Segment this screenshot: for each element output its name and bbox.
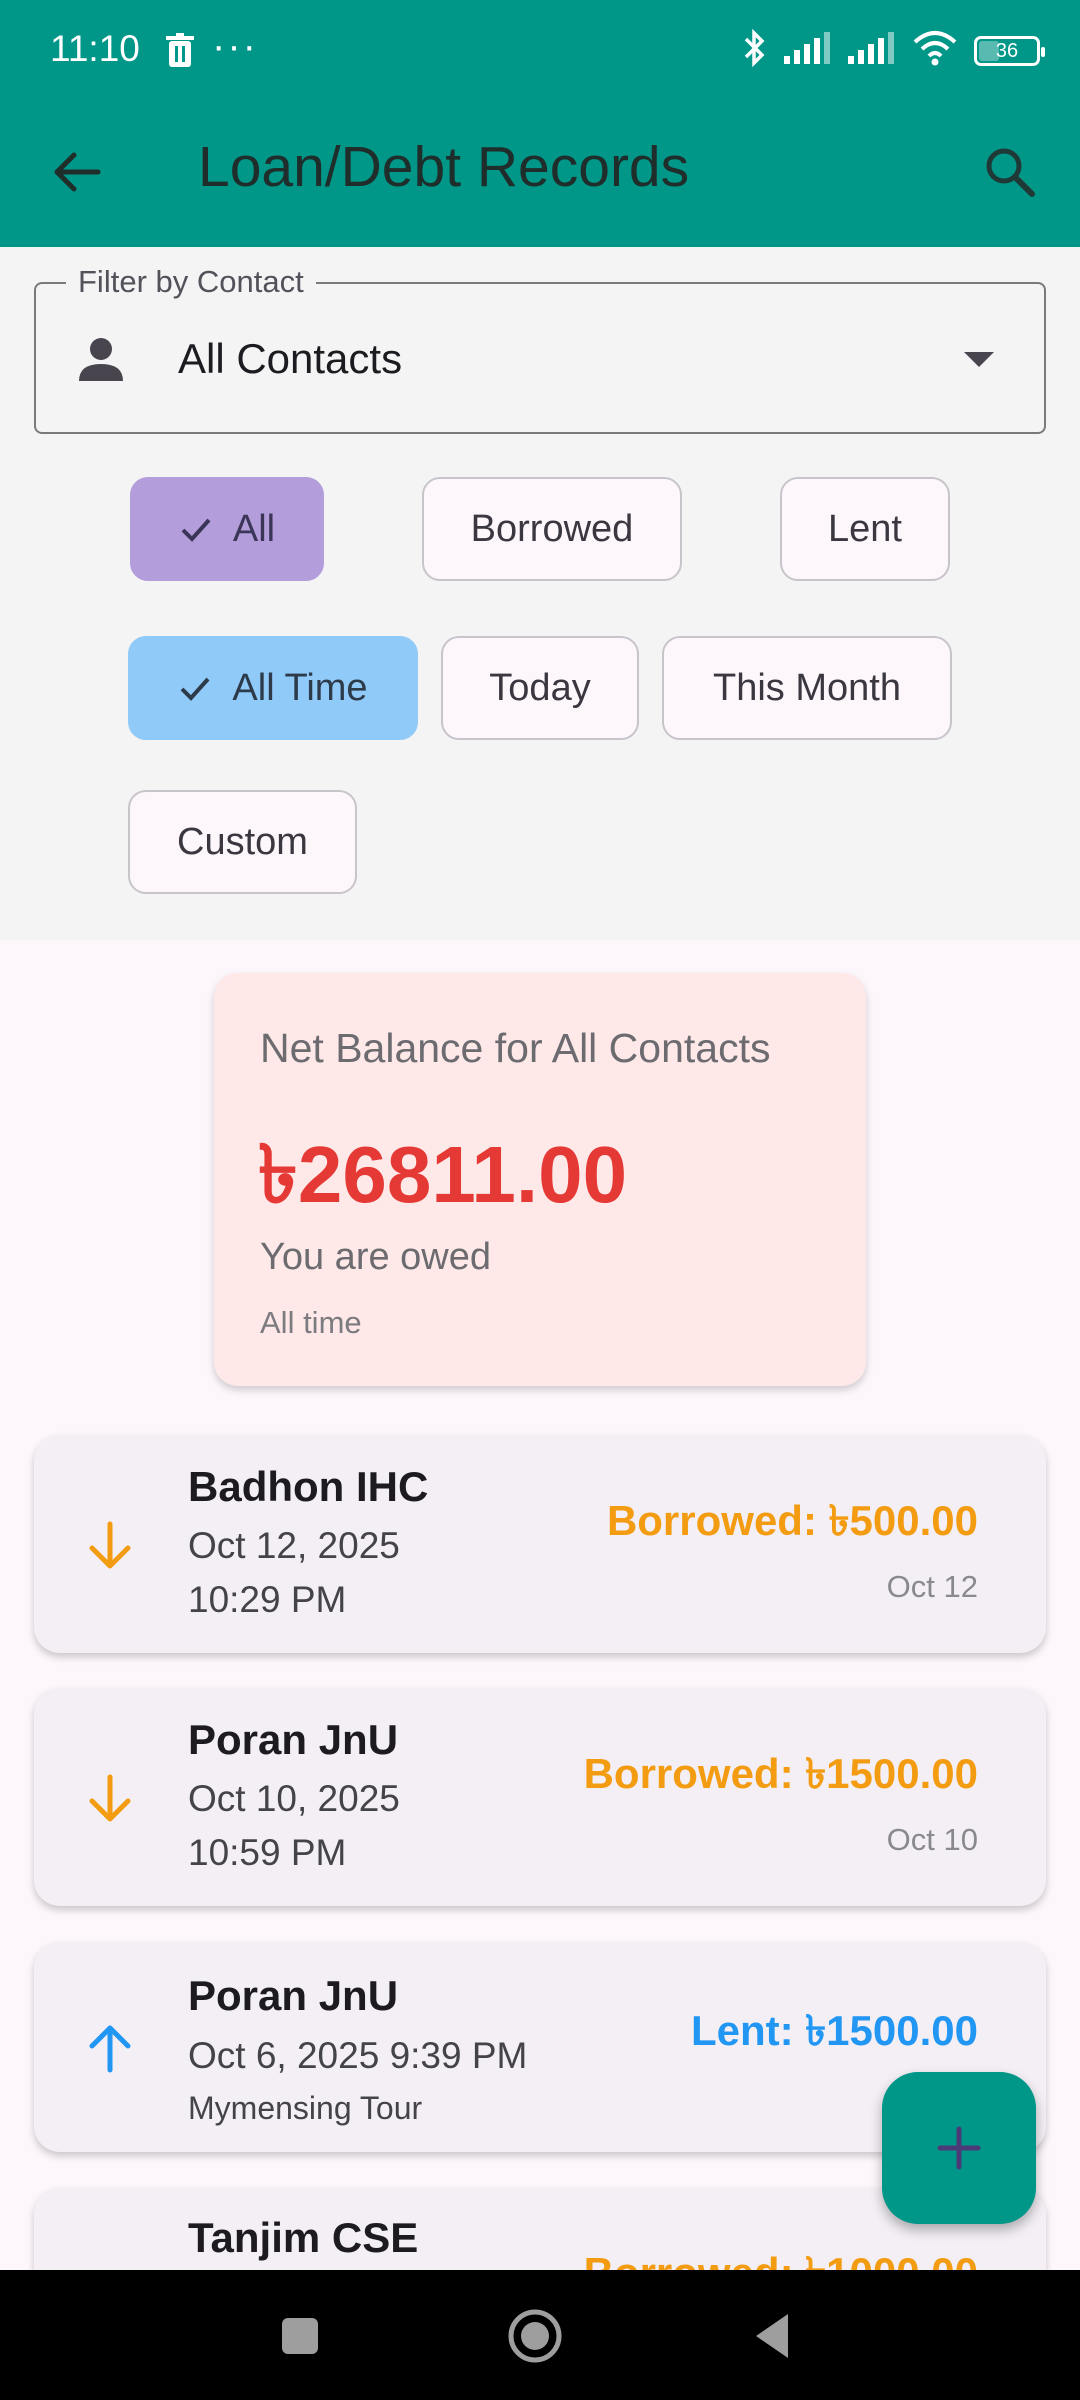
transaction-name: Poran JnU (188, 1716, 399, 1763)
wifi-icon (912, 30, 958, 71)
chip-all-label: All (232, 507, 276, 550)
trash-icon (166, 33, 194, 72)
signal-icon-2 (848, 32, 896, 69)
chip-borrowed-label: Borrowed (470, 507, 634, 550)
chip-this-month[interactable]: This Month (662, 636, 952, 740)
home-icon[interactable] (507, 2308, 563, 2364)
contact-filter-value: All Contacts (178, 335, 403, 382)
contact-filter-label: Filter by Contact (66, 264, 316, 300)
chip-all[interactable]: All (130, 477, 324, 581)
net-balance-label: Net Balance for All Contacts (260, 1025, 771, 1071)
status-time: 11:10 (50, 28, 140, 69)
arrow-down-icon (84, 1520, 136, 1572)
net-balance-amount: ৳26811.00 (258, 1130, 628, 1219)
add-record-button[interactable] (882, 2072, 1036, 2224)
chip-today[interactable]: Today (441, 636, 639, 740)
net-balance-card: Net Balance for All Contacts ৳26811.00 Y… (214, 973, 866, 1386)
transaction-date: Oct 12, 2025 10:29 PM (188, 1525, 400, 1620)
back-nav-icon[interactable] (744, 2308, 800, 2364)
transaction-amount: Lent: ৳1500.00 (690, 2007, 978, 2054)
chip-lent-label: Lent (828, 507, 902, 550)
app-bar: Loan/Debt Records (0, 100, 1080, 247)
status-bar: 11:10 ··· 36 (0, 0, 1080, 100)
transaction-short-date: Oct 12 (886, 1569, 978, 1604)
check-icon (181, 518, 211, 542)
net-balance-status: You are owed (260, 1236, 492, 1278)
chip-custom-label: Custom (177, 820, 308, 863)
chip-today-label: Today (489, 666, 591, 709)
chip-lent[interactable]: Lent (780, 477, 950, 581)
arrow-up-icon (84, 2022, 136, 2074)
battery-level: 36 (995, 39, 1019, 62)
check-icon (181, 677, 210, 701)
transaction-name: Badhon IHC (188, 1463, 429, 1510)
transaction-note: Mymensing Tour (188, 2090, 423, 2126)
transaction-date: Oct 10, 2025 10:59 PM (188, 1778, 400, 1873)
dropdown-caret-icon (964, 352, 994, 367)
plus-icon (937, 2126, 981, 2170)
transaction-card[interactable]: Badhon IHC Oct 12, 2025 10:29 PM Borrowe… (34, 1435, 1046, 1653)
battery-icon: 36 (974, 35, 1045, 66)
person-icon (76, 334, 126, 384)
more-notifications-icon: ··· (212, 24, 258, 68)
chip-this-month-label: This Month (713, 666, 901, 709)
page-title: Loan/Debt Records (198, 135, 690, 199)
net-balance-period: All time (260, 1305, 362, 1340)
top-bar: 11:10 ··· 36 Loan/Debt Records (0, 0, 1080, 247)
transaction-card[interactable]: Poran JnU Oct 10, 2025 10:59 PM Borrowed… (34, 1688, 1046, 1906)
chip-all-time-label: All Time (232, 666, 368, 709)
bluetooth-icon (742, 28, 768, 73)
chip-borrowed[interactable]: Borrowed (422, 477, 682, 581)
back-arrow-icon[interactable] (50, 145, 104, 199)
transaction-amount: Borrowed: ৳500.00 (606, 1497, 978, 1544)
transaction-short-date: Oct 10 (886, 1822, 978, 1857)
recents-icon[interactable] (272, 2308, 328, 2364)
signal-icon (784, 32, 832, 69)
transaction-name: Poran JnU (188, 1972, 399, 2019)
arrow-down-icon (84, 1773, 136, 1825)
search-icon[interactable] (982, 144, 1038, 200)
system-nav-bar (0, 2270, 1080, 2400)
transaction-date: Oct 6, 2025 9:39 PM (188, 2035, 528, 2076)
chip-all-time[interactable]: All Time (128, 636, 418, 740)
filter-panel: Filter by Contact All Contacts All Borro… (0, 247, 1080, 940)
transaction-name: Tanjim CSE (188, 2214, 419, 2261)
chip-custom[interactable]: Custom (128, 790, 357, 894)
transaction-amount: Borrowed: ৳1500.00 (583, 1750, 978, 1797)
contact-filter-dropdown[interactable]: Filter by Contact All Contacts (34, 264, 1046, 434)
